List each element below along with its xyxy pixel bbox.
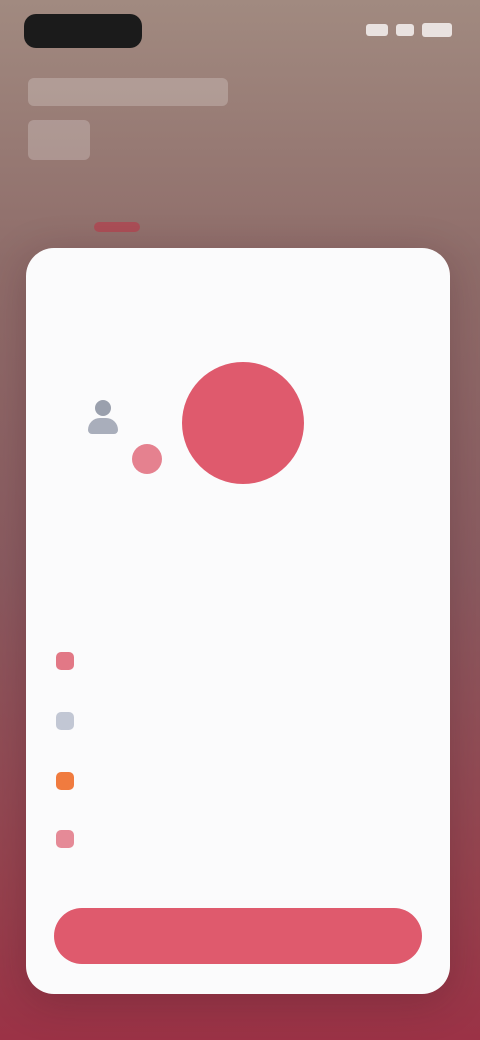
option-item-3[interactable] [56, 766, 416, 796]
heart-icon [56, 652, 74, 670]
option-item-2[interactable] [56, 706, 416, 736]
battery-icon [422, 23, 452, 37]
flame-icon [56, 772, 74, 790]
status-time [24, 14, 142, 48]
big-circle[interactable] [182, 362, 304, 484]
background-header [28, 78, 228, 168]
background-value [28, 120, 90, 160]
trash-icon [56, 830, 74, 848]
person-icon [86, 400, 120, 434]
signal-icon [366, 24, 388, 36]
status-bar [0, 0, 480, 70]
status-icons [342, 22, 452, 38]
background-accent [94, 222, 140, 232]
wifi-icon [396, 24, 414, 36]
bottom-sheet-card [26, 248, 450, 994]
background-title [28, 78, 228, 106]
small-dot [132, 444, 162, 474]
calendar-icon [56, 712, 74, 730]
primary-button[interactable] [54, 908, 422, 964]
option-item-4[interactable] [56, 824, 416, 854]
option-item-1[interactable] [56, 646, 416, 676]
